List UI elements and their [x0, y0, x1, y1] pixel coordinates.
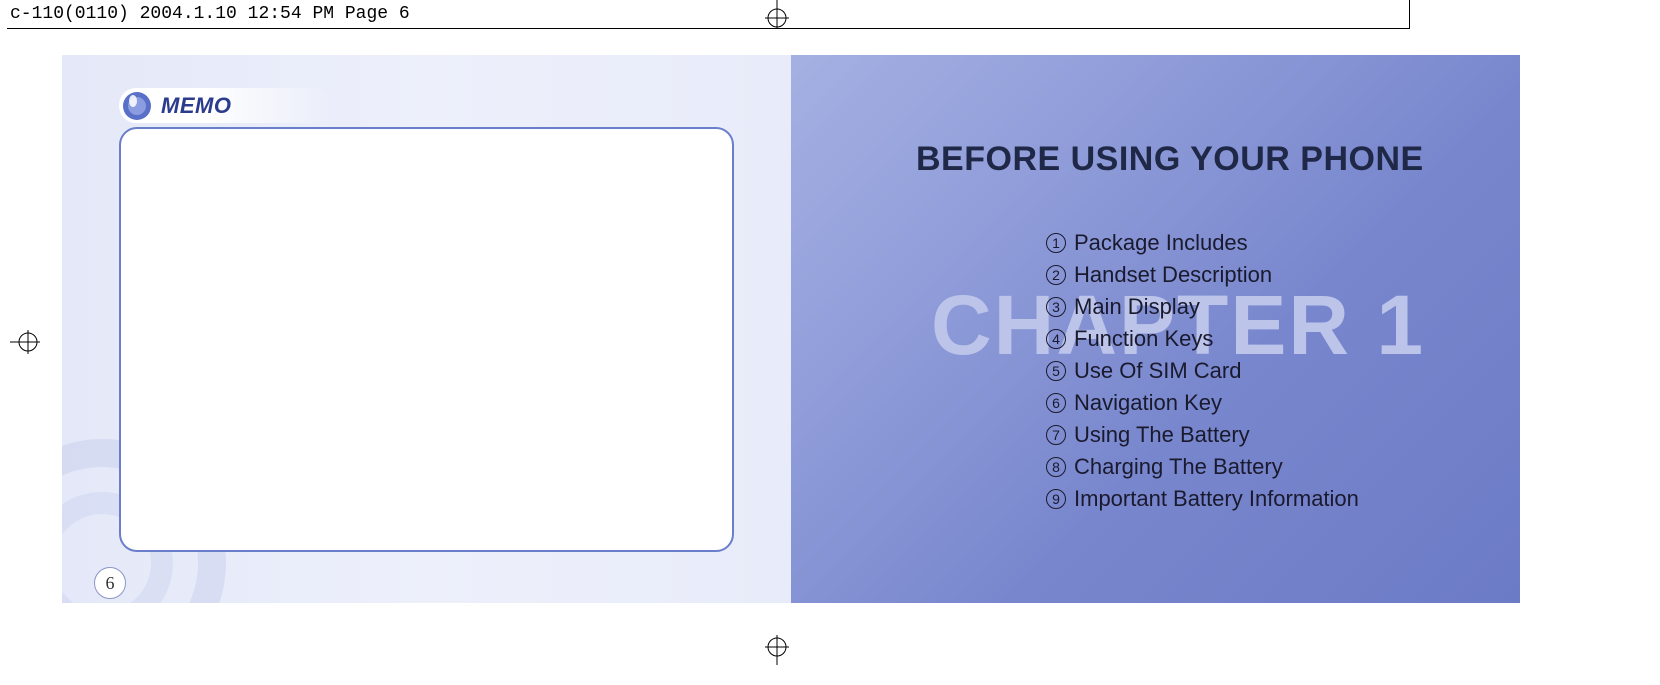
- circled-number-icon: 5: [1046, 361, 1066, 381]
- header-rule: [7, 28, 1410, 29]
- toc-list: 1 Package Includes 2 Handset Description 3…: [1046, 227, 1359, 515]
- header-rule-right: [1409, 0, 1410, 28]
- toc-item-label: Navigation Key: [1074, 387, 1222, 419]
- toc-item: 1 Package Includes: [1046, 227, 1359, 259]
- right-page: BEFORE USING YOUR PHONE CHAPTER 1 1Packa…: [791, 55, 1520, 603]
- print-header: c-110(0110) 2004.1.10 12:54 PM Page 6: [0, 0, 1660, 28]
- toc-item: 3 Main Display: [1046, 291, 1359, 323]
- chapter-title: BEFORE USING YOUR PHONE: [916, 140, 1424, 179]
- circled-number-icon: 7: [1046, 425, 1066, 445]
- circled-number-icon: 3: [1046, 297, 1066, 317]
- registration-mark-top: [762, 0, 792, 28]
- circled-number-icon: 1: [1046, 233, 1066, 253]
- memo-header: MEMO: [119, 88, 334, 123]
- registration-mark-left: [10, 327, 40, 357]
- registration-mark-bottom: [762, 635, 792, 665]
- circled-number-icon: 8: [1046, 457, 1066, 477]
- left-page: MEMO 6: [62, 55, 791, 603]
- toc-item: 6 Navigation Key: [1046, 387, 1359, 419]
- toc-item-label: Main Display: [1074, 291, 1200, 323]
- memo-label: MEMO: [161, 93, 231, 119]
- toc-item-label: Handset Description: [1074, 259, 1272, 291]
- memo-box: [119, 127, 734, 552]
- circled-number-icon: 9: [1046, 489, 1066, 509]
- toc-item-label: Function Keys: [1074, 323, 1213, 355]
- page-number: 6: [94, 567, 126, 599]
- toc-item: 4 Function Keys: [1046, 323, 1359, 355]
- circled-number-icon: 2: [1046, 265, 1066, 285]
- circled-number-icon: 4: [1046, 329, 1066, 349]
- page-spread: MEMO 6 BEFORE USING YOUR PHONE CHAPTER 1…: [62, 55, 1520, 603]
- toc-item: 2 Handset Description: [1046, 259, 1359, 291]
- toc-item-label: Charging The Battery: [1074, 451, 1283, 483]
- toc-item-label: Using The Battery: [1074, 419, 1250, 451]
- toc-item-label: Use Of SIM Card: [1074, 355, 1241, 387]
- toc-item-label: Package Includes: [1074, 227, 1248, 259]
- memo-bullet-icon: [121, 90, 153, 122]
- toc-item: 7 Using The Battery: [1046, 419, 1359, 451]
- toc-item: 5 Use Of SIM Card: [1046, 355, 1359, 387]
- circled-number-icon: 6: [1046, 393, 1066, 413]
- toc-item: 9 Important Battery Information: [1046, 483, 1359, 515]
- toc-item-label: Important Battery Information: [1074, 483, 1359, 515]
- print-header-text: c-110(0110) 2004.1.10 12:54 PM Page 6: [0, 4, 410, 24]
- toc-item: 8 Charging The Battery: [1046, 451, 1359, 483]
